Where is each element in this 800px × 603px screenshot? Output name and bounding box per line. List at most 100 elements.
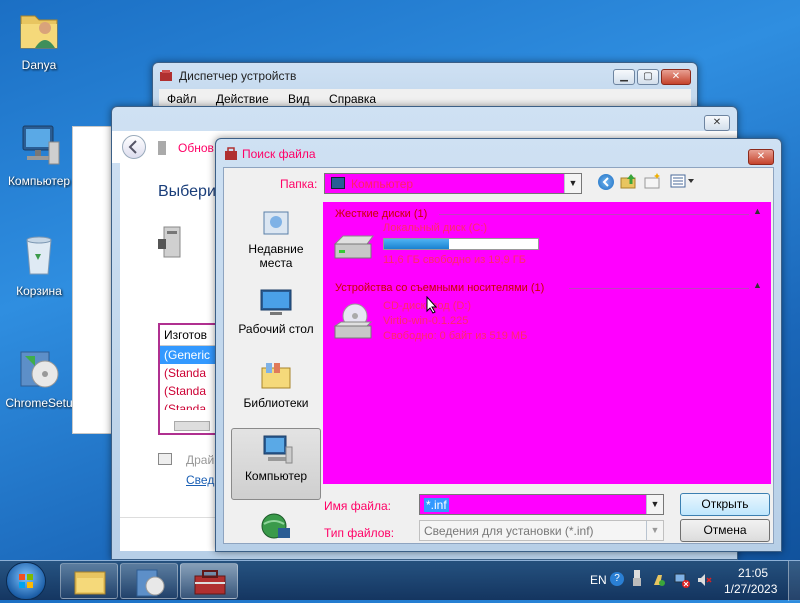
- wizard-heading: Выберит: [158, 183, 224, 200]
- folder-label: Папка:: [280, 177, 318, 191]
- network-tray-icon[interactable]: [674, 572, 690, 588]
- place-libraries[interactable]: Библиотеки: [231, 356, 321, 418]
- filename-value[interactable]: *.inf: [424, 498, 449, 512]
- place-label: Недавние места: [248, 242, 304, 270]
- maximize-button[interactable]: ▢: [637, 69, 659, 85]
- filetype-value: Сведения для установки (*.inf): [424, 524, 594, 538]
- taskbar-device-manager[interactable]: [180, 563, 238, 599]
- device-manager-app-icon: [159, 69, 173, 83]
- file-list-view[interactable]: Жесткие диски (1) ▲ Локальный диск (C:) …: [323, 202, 771, 484]
- chevron-down-icon[interactable]: ▼: [646, 521, 663, 540]
- clock-date[interactable]: 1/27/2023: [724, 582, 777, 596]
- place-recent[interactable]: Недавние места: [231, 202, 321, 272]
- desktop-icon-label: Danya: [21, 58, 57, 72]
- device-small-icon: [158, 141, 166, 155]
- cancel-button[interactable]: Отмена: [680, 519, 770, 542]
- filename-combo[interactable]: *.inf ▼: [419, 494, 664, 515]
- desktop-icon-label: Компьютер: [7, 174, 71, 188]
- installer-disc-icon: [15, 344, 63, 392]
- desktop-icon-label: Корзина: [16, 284, 62, 298]
- place-label: Библиотеки: [243, 396, 309, 410]
- desktop-icon-chromesetup[interactable]: ChromeSetu: [0, 344, 78, 410]
- list-item-selected[interactable]: (Generic: [160, 346, 216, 364]
- dialog-app-icon: [224, 147, 238, 161]
- places-bar: Недавние места Рабочий стол Библиотеки К…: [231, 202, 321, 552]
- show-desktop-button[interactable]: [788, 561, 800, 601]
- desktop-icon-computer[interactable]: Компьютер: [0, 122, 78, 188]
- recent-places-icon: [258, 206, 294, 238]
- filetype-label: Тип файлов:: [324, 526, 395, 540]
- place-desktop[interactable]: Рабочий стол: [231, 282, 321, 344]
- back-arrow-icon[interactable]: [122, 135, 146, 159]
- usage-bar-fill: [384, 239, 449, 249]
- action-center-icon[interactable]: [652, 573, 666, 587]
- close-button[interactable]: ✕: [661, 69, 691, 85]
- installer-icon: [136, 569, 165, 597]
- chevron-down-icon[interactable]: ▼: [564, 174, 581, 193]
- chevron-down-icon[interactable]: ▼: [646, 495, 663, 514]
- language-indicator[interactable]: EN: [590, 573, 607, 587]
- drive-d-free-space: Свободно: 0 байт из 519 МБ: [383, 330, 528, 342]
- mouse-cursor-icon: [426, 295, 438, 314]
- drive-c-usage-bar: [383, 238, 539, 250]
- close-button[interactable]: ✕: [704, 115, 730, 131]
- dialog-close-button[interactable]: ✕: [748, 149, 774, 165]
- user-folder-icon: [15, 6, 63, 54]
- place-label: Компьютер: [244, 469, 308, 483]
- taskbar: EN ? 21:05 1/27/2023: [0, 560, 800, 601]
- place-computer[interactable]: Компьютер: [231, 428, 321, 500]
- desktop-icon-label: ChromeSetu: [5, 396, 73, 410]
- volume-muted-icon[interactable]: [696, 572, 712, 588]
- place-network[interactable]: [231, 506, 321, 546]
- drive-c-name[interactable]: Локальный диск (C:): [383, 222, 487, 234]
- open-button[interactable]: Открыть: [680, 493, 770, 516]
- dialog-title: Поиск файла: [242, 147, 316, 161]
- computer-icon: [258, 433, 294, 465]
- desktop-icon: [258, 286, 294, 318]
- minimize-button[interactable]: ▁: [613, 69, 635, 85]
- list-item[interactable]: (Standa: [160, 400, 216, 410]
- start-button[interactable]: [6, 562, 46, 600]
- computer-icon: [15, 122, 63, 170]
- drive-d-label: Virtio-win-0.1.225: [383, 315, 469, 327]
- clock-time[interactable]: 21:05: [738, 566, 768, 580]
- windows-logo-icon: [19, 574, 33, 588]
- list-scrollbar[interactable]: [174, 421, 210, 431]
- taskbar-explorer[interactable]: [60, 563, 118, 599]
- taskbar-installer[interactable]: [120, 563, 178, 599]
- view-menu-icon[interactable]: [670, 173, 696, 189]
- device-tray-icon[interactable]: [632, 569, 642, 587]
- driver-signed-text: Драй: [186, 453, 215, 467]
- filetype-combo[interactable]: Сведения для установки (*.inf) ▼: [419, 520, 664, 541]
- help-tray-icon[interactable]: ?: [610, 572, 624, 586]
- new-folder-icon[interactable]: [644, 172, 662, 190]
- find-file-dialog[interactable]: Поиск файла ✕ Папка: Компьютер ▼ Недавни…: [215, 138, 782, 552]
- shield-driver-icon: [158, 453, 172, 465]
- list-header: Изготов: [160, 325, 216, 346]
- back-nav-icon[interactable]: [598, 174, 614, 190]
- group-divider: [439, 214, 749, 215]
- drive-c-free-space: 11,6 ГБ свободно из 19,9 ГБ: [383, 254, 526, 266]
- collapse-icon[interactable]: ▲: [753, 280, 762, 290]
- up-folder-icon[interactable]: [620, 172, 638, 190]
- wizard-title: Обнов: [178, 141, 214, 155]
- window-title: Диспетчер устройств: [179, 69, 297, 83]
- explorer-icon: [74, 571, 106, 595]
- desktop-icon-recycle-bin[interactable]: Корзина: [0, 232, 78, 298]
- hardware-icon: [158, 225, 186, 259]
- desktop-icon-user-folder[interactable]: Danya: [0, 6, 78, 72]
- background-panel: [72, 126, 112, 434]
- manufacturer-list[interactable]: Изготов (Generic (Standa (Standa (Standa: [158, 323, 218, 435]
- driver-info-link[interactable]: Свед: [186, 473, 214, 487]
- libraries-icon: [258, 360, 294, 392]
- list-item[interactable]: (Standa: [160, 364, 216, 382]
- place-label: Рабочий стол: [238, 322, 314, 336]
- filename-label: Имя файла:: [324, 499, 391, 513]
- collapse-icon[interactable]: ▲: [753, 206, 762, 216]
- recycle-bin-icon: [15, 232, 63, 280]
- cd-drive-icon: [331, 302, 377, 342]
- dialog-body: Папка: Компьютер ▼ Недавние места Рабочи…: [223, 167, 774, 544]
- list-item[interactable]: (Standa: [160, 382, 216, 400]
- folder-combo[interactable]: Компьютер ▼: [324, 173, 582, 194]
- computer-small-icon: [331, 177, 345, 189]
